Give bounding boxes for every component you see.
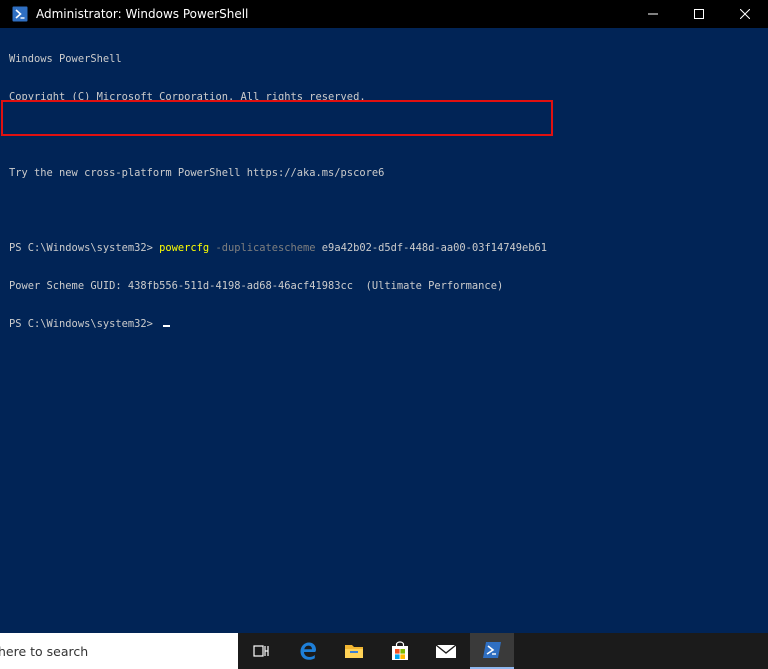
console-line: Windows PowerShell — [9, 53, 122, 66]
close-icon — [740, 9, 750, 19]
maximize-button[interactable] — [676, 0, 722, 28]
title-bar[interactable]: Administrator: Windows PowerShell — [0, 0, 768, 28]
command-argument: e9a42b02-d5df-448d-aa00-03f14749eb61 — [315, 242, 548, 255]
task-view-icon — [253, 645, 269, 657]
close-button[interactable] — [722, 0, 768, 28]
search-box[interactable]: here to search — [0, 633, 238, 669]
console-command-line: PS C:\Windows\system32> powercfg -duplic… — [9, 242, 761, 255]
minimize-button[interactable] — [630, 0, 676, 28]
powershell-window[interactable]: Administrator: Windows PowerShell Window… — [0, 0, 768, 633]
command-parameter: -duplicatescheme — [209, 242, 316, 255]
edge-icon — [300, 642, 316, 660]
mail-button[interactable] — [424, 633, 468, 669]
minimize-icon — [648, 13, 658, 15]
task-view-button[interactable] — [240, 633, 284, 669]
scrollbar[interactable] — [760, 28, 768, 633]
file-explorer-button[interactable] — [332, 633, 376, 669]
edge-button[interactable] — [286, 633, 330, 669]
console-line: Try the new cross-platform PowerShell ht… — [9, 166, 385, 179]
window-controls — [630, 0, 768, 28]
command-name: powercfg — [159, 242, 210, 255]
maximize-icon — [694, 9, 704, 19]
taskbar: here to search — [0, 633, 768, 669]
text-cursor — [163, 324, 171, 327]
console-output[interactable]: Windows PowerShell Copyright (C) Microso… — [9, 28, 761, 628]
powershell-taskbar-button[interactable] — [470, 633, 514, 669]
console-prompt-line[interactable]: PS C:\Windows\system32> — [9, 318, 761, 331]
powershell-icon — [483, 642, 501, 658]
console-line: Copyright (C) Microsoft Corporation. All… — [9, 90, 366, 103]
store-button[interactable] — [378, 633, 422, 669]
mail-icon — [435, 644, 457, 658]
powershell-icon — [12, 6, 28, 22]
search-placeholder: here to search — [0, 643, 89, 659]
file-explorer-icon — [345, 645, 363, 658]
console-result-line: Power Scheme GUID: 438fb556-511d-4198-ad… — [9, 279, 504, 292]
store-icon — [392, 641, 408, 660]
prompt: PS C:\Windows\system32> — [9, 242, 160, 255]
desktop: Administrator: Windows PowerShell Window… — [0, 0, 768, 669]
window-title: Administrator: Windows PowerShell — [36, 7, 249, 21]
prompt: PS C:\Windows\system32> — [9, 317, 160, 330]
